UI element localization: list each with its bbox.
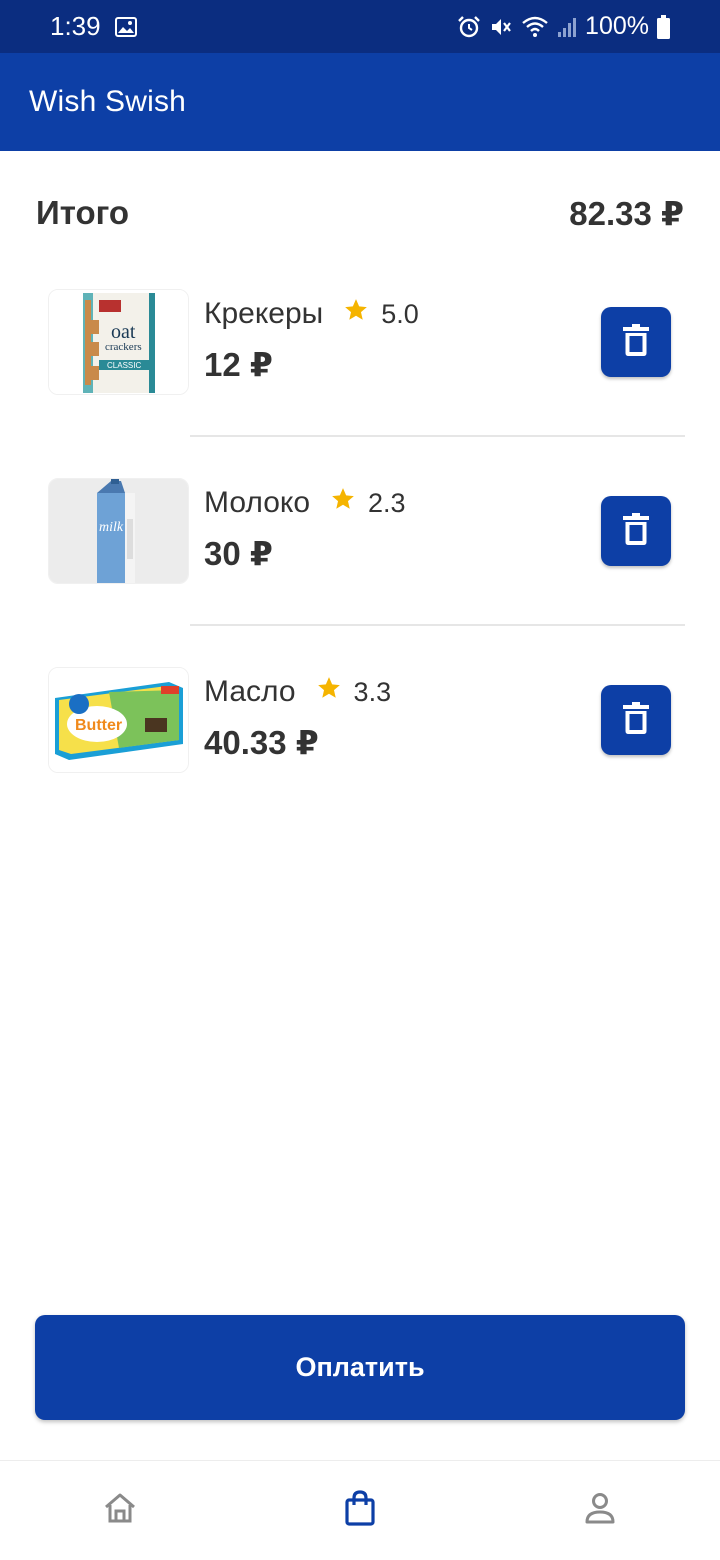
- bottom-nav: [0, 1460, 720, 1560]
- status-left: 1:39: [50, 11, 137, 42]
- star-icon: [343, 297, 369, 331]
- total-label: Итого: [36, 194, 130, 231]
- svg-text:CLASSIC: CLASSIC: [107, 361, 141, 370]
- svg-text:milk: milk: [99, 520, 124, 535]
- item-rating: 2.3: [368, 487, 406, 518]
- status-bar: 1:39 100%: [0, 0, 720, 53]
- alarm-icon: [457, 15, 481, 39]
- trash-icon: [623, 323, 649, 361]
- divider: [190, 624, 685, 626]
- cart-item: milk Молоко 2.3 30 ₽: [48, 478, 684, 584]
- item-rating: 5.0: [381, 298, 419, 329]
- wifi-icon: [521, 15, 549, 39]
- delete-button[interactable]: [601, 496, 671, 566]
- star-icon: [330, 486, 356, 520]
- status-time: 1:39: [50, 11, 101, 41]
- app-bar: Wish Swish: [0, 53, 720, 151]
- battery-text: 100%: [585, 12, 649, 40]
- nav-item-profile[interactable]: [480, 1461, 720, 1560]
- item-price: 12 ₽: [204, 346, 273, 383]
- shopping-bag-icon: [344, 1490, 376, 1531]
- battery-icon: [657, 14, 670, 39]
- home-icon: [102, 1491, 138, 1530]
- pay-button-label: Оплатить: [295, 1352, 425, 1382]
- mute-icon: [489, 15, 513, 39]
- svg-text:Butter: Butter: [75, 717, 122, 734]
- item-price: 40.33 ₽: [204, 724, 319, 761]
- item-name-row: Масло 3.3: [204, 675, 391, 709]
- item-name-row: Молоко 2.3: [204, 486, 406, 520]
- svg-text:oat: oat: [111, 321, 136, 343]
- item-name: Масло: [204, 675, 296, 708]
- trash-icon: [623, 512, 649, 550]
- status-right: 100%: [457, 12, 670, 41]
- product-image: milk: [48, 478, 189, 584]
- signal-icon: [557, 16, 577, 38]
- nav-item-cart[interactable]: [240, 1461, 480, 1560]
- total-value: 82.33 ₽: [569, 194, 684, 232]
- total-row: Итого 82.33 ₽: [36, 190, 684, 236]
- item-name-row: Крекеры 5.0: [204, 297, 419, 331]
- item-name: Крекеры: [204, 297, 324, 330]
- star-icon: [316, 675, 342, 709]
- profile-icon: [584, 1491, 616, 1530]
- cart-item: oat crackers CLASSIC Крекеры 5.0 12 ₽: [48, 289, 684, 395]
- svg-text:crackers: crackers: [105, 341, 142, 353]
- app-title: Wish Swish: [29, 85, 187, 118]
- divider: [190, 435, 685, 437]
- cart-item: Butter Масло 3.3 40.33 ₽: [48, 667, 684, 773]
- delete-button[interactable]: [601, 307, 671, 377]
- trash-icon: [623, 701, 649, 739]
- nav-item-home[interactable]: [0, 1461, 240, 1560]
- item-price: 30 ₽: [204, 535, 273, 572]
- pay-button[interactable]: Оплатить: [35, 1315, 685, 1420]
- item-name: Молоко: [204, 486, 311, 519]
- product-image: oat crackers CLASSIC: [48, 289, 189, 395]
- item-rating: 3.3: [353, 676, 392, 707]
- image-icon: [114, 16, 137, 37]
- delete-button[interactable]: [601, 685, 671, 755]
- product-image: Butter: [48, 667, 189, 773]
